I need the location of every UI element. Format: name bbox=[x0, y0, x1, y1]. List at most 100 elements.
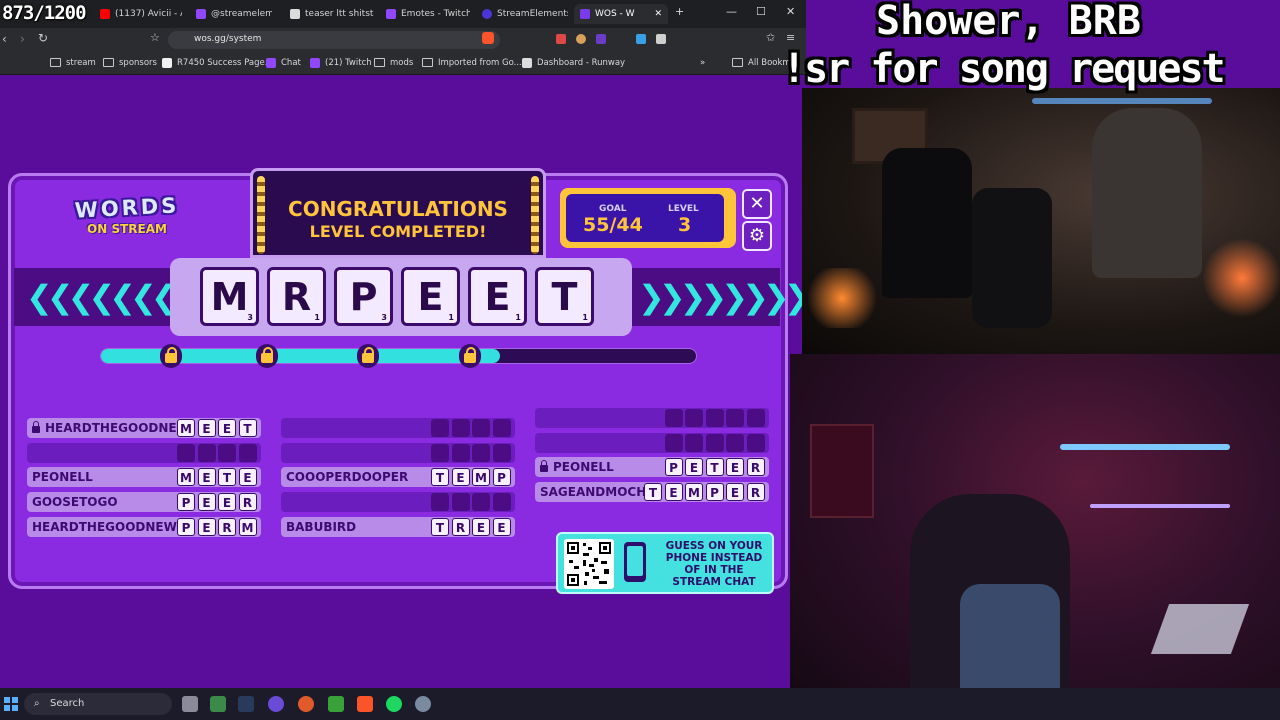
letter-tile: M bbox=[238, 517, 257, 536]
search-icon: ⌕ bbox=[34, 698, 40, 709]
folder-icon bbox=[422, 58, 433, 67]
taskbar-search-box[interactable]: ⌕ Search bbox=[24, 693, 172, 715]
letter-tile bbox=[218, 443, 236, 462]
maximize-icon[interactable]: ☐ bbox=[756, 5, 766, 18]
bookmark-runway[interactable]: Dashboard - Runway bbox=[522, 56, 625, 70]
star-icon[interactable]: ✩ bbox=[766, 31, 775, 44]
qr-code-icon[interactable] bbox=[564, 539, 614, 589]
browser-tab-youtube[interactable]: (1137) Avicii - Ad bbox=[100, 4, 182, 24]
close-icon[interactable]: ✕ bbox=[742, 189, 772, 219]
brave-browser-icon[interactable] bbox=[357, 696, 373, 712]
letter-tile bbox=[431, 443, 449, 462]
bookmark-star-icon[interactable]: ☆ bbox=[150, 31, 160, 44]
address-field[interactable]: wos.gg/system bbox=[168, 31, 500, 49]
bookmark-twitch[interactable]: (21) Twitch bbox=[310, 56, 372, 70]
browser-tab-emotes[interactable]: Emotes - Twitch bbox=[386, 4, 470, 24]
steam-icon[interactable] bbox=[238, 696, 254, 712]
browser-tab-streamelements-2[interactable]: StreamElements bbox=[482, 4, 568, 24]
answer-row-username: COOOPERDOOPER bbox=[286, 467, 408, 487]
obs-icon[interactable] bbox=[298, 696, 314, 712]
browser-tab-bar: (1137) Avicii - Ad @streamelem teaser lt… bbox=[0, 0, 806, 28]
browser-tab-teaser[interactable]: teaser ltt shitstorm bbox=[290, 4, 374, 24]
bookmark-stream[interactable]: stream bbox=[50, 56, 96, 70]
letter-tile bbox=[431, 493, 449, 512]
letter-tile: E bbox=[218, 419, 236, 437]
brave-shield-icon[interactable] bbox=[482, 32, 494, 44]
bookmark-chat[interactable]: Chat bbox=[266, 56, 301, 70]
word-tile: P3 bbox=[334, 267, 393, 326]
laptop bbox=[1150, 604, 1250, 654]
bookmark-r7450[interactable]: R7450 Success Page... bbox=[162, 56, 273, 70]
more-bookmarks-icon[interactable]: » bbox=[700, 56, 705, 70]
answer-row: HEARDTHEGOODNE··· M E E T bbox=[27, 418, 261, 438]
promo-line-1: GUESS ON YOUR bbox=[665, 540, 763, 552]
word-tile-points: 3 bbox=[381, 313, 387, 322]
bookmark-sponsors[interactable]: sponsors bbox=[103, 56, 157, 70]
browser-tab-wos-active[interactable]: WOS - W ✕ bbox=[574, 4, 668, 24]
extension-icon-5[interactable] bbox=[656, 34, 666, 44]
letter-tile bbox=[705, 433, 724, 452]
xbox-icon[interactable] bbox=[328, 696, 344, 712]
letter-tile bbox=[197, 443, 216, 462]
letter-tile: T bbox=[431, 517, 449, 536]
settings-app-icon[interactable] bbox=[415, 696, 431, 712]
answer-row bbox=[27, 442, 261, 463]
letter-tile bbox=[472, 419, 490, 437]
letter-tile bbox=[746, 433, 765, 452]
answer-row-username: PEONELL bbox=[32, 467, 93, 487]
word-tile-letter: M bbox=[210, 275, 249, 319]
word-tile-points: 1 bbox=[448, 313, 454, 322]
letter-tile: T bbox=[431, 468, 449, 487]
shelf-light bbox=[1090, 504, 1230, 508]
forward-icon[interactable]: › bbox=[20, 32, 25, 46]
logo-on-stream: ON STREAM bbox=[87, 222, 167, 236]
brb-overlay-text: Shower, BRB bbox=[876, 0, 1141, 44]
letter-tile bbox=[177, 443, 195, 462]
letter-tile: E bbox=[685, 458, 703, 477]
extension-icon-1[interactable] bbox=[556, 34, 566, 44]
windows-start-icon[interactable] bbox=[4, 696, 18, 711]
twitch-app-icon[interactable] bbox=[268, 696, 284, 712]
extension-icon-4[interactable] bbox=[636, 34, 646, 44]
extension-icon-2[interactable] bbox=[576, 34, 586, 44]
close-tab-icon[interactable]: ✕ bbox=[654, 4, 662, 24]
bookmark-imported[interactable]: Imported from Go... bbox=[422, 56, 522, 70]
username-text: SAGEANDMOCHII bbox=[540, 485, 656, 500]
minimize-icon[interactable]: — bbox=[726, 5, 737, 18]
lock-icon bbox=[32, 421, 40, 433]
letter-tile bbox=[746, 409, 765, 427]
close-window-icon[interactable]: ✕ bbox=[786, 5, 795, 18]
congratulations-text: CONGRATULATIONS bbox=[288, 197, 508, 221]
letter-tile: M bbox=[472, 468, 490, 487]
answer-row bbox=[281, 418, 515, 438]
minecraft-icon[interactable] bbox=[210, 696, 226, 712]
answer-row: SAGEANDMOCHII T E M P E R bbox=[535, 482, 769, 503]
task-view-icon[interactable] bbox=[182, 696, 198, 712]
search-label: Search bbox=[50, 698, 85, 709]
phone-icon bbox=[624, 542, 646, 582]
extension-icon-3[interactable] bbox=[596, 34, 606, 44]
settings-gear-icon[interactable]: ⚙ bbox=[742, 221, 772, 251]
reload-icon[interactable]: ↻ bbox=[38, 31, 48, 45]
notion-icon bbox=[162, 57, 172, 68]
bookmark-mods[interactable]: mods bbox=[374, 56, 413, 70]
answer-row bbox=[535, 408, 769, 428]
phone-promo-banner[interactable]: GUESS ON YOUR PHONE INSTEAD OF IN THE ST… bbox=[556, 532, 774, 594]
logo-words: WORDS bbox=[74, 193, 180, 223]
letter-tile: R bbox=[218, 517, 236, 536]
letter-tile bbox=[664, 409, 683, 427]
letter-tile: R bbox=[238, 493, 257, 512]
back-icon[interactable]: ‹ bbox=[2, 32, 7, 46]
new-tab-icon[interactable]: + bbox=[675, 5, 684, 18]
lock-icon bbox=[357, 344, 379, 368]
menu-icon[interactable]: ≡ bbox=[786, 31, 795, 44]
spotify-icon[interactable] bbox=[386, 696, 402, 712]
letter-tile: E bbox=[197, 468, 216, 487]
answer-row bbox=[281, 492, 515, 513]
browser-tab-streamelements-1[interactable]: @streamelem bbox=[196, 4, 272, 24]
promo-line-4: STREAM CHAT bbox=[672, 576, 756, 588]
answer-row-username: SAGEANDMOCHII bbox=[540, 482, 655, 502]
sub-goal-counter: 873/1200 bbox=[2, 2, 87, 24]
webcam-feed-top bbox=[802, 88, 1280, 354]
word-tile: E1 bbox=[468, 267, 527, 326]
